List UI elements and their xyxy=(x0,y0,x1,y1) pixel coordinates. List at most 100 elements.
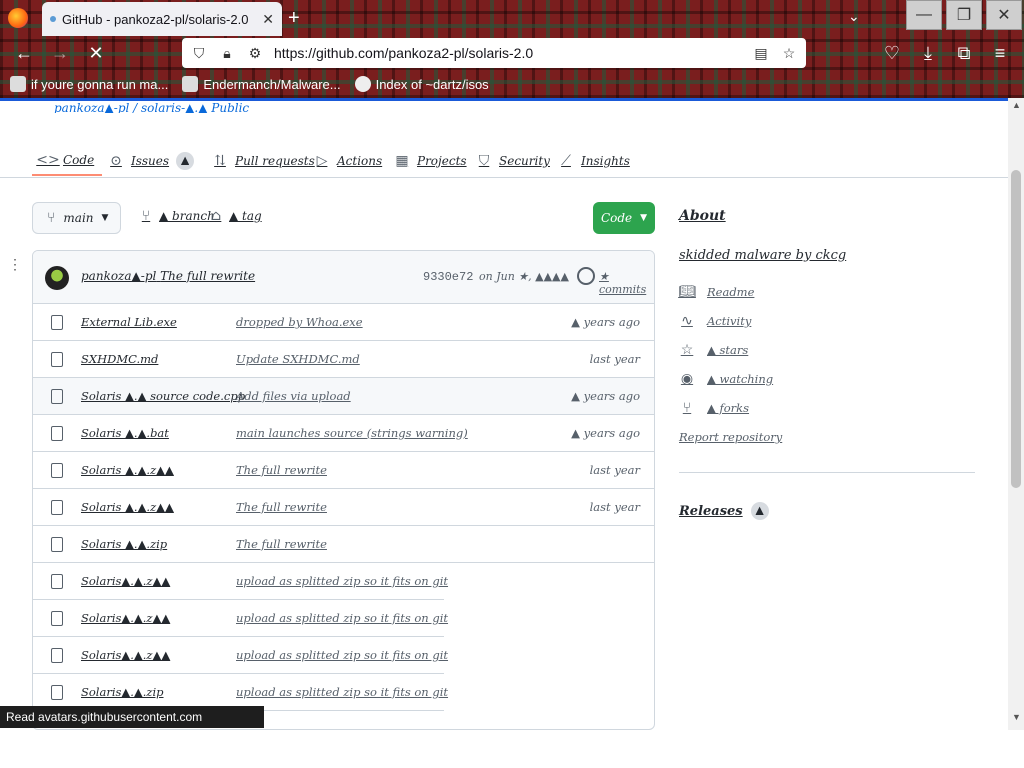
commit-author[interactable]: pankoza▲-pl xyxy=(81,269,156,283)
bookmark-star-icon[interactable]: ☆ xyxy=(780,44,798,62)
firefox-icon[interactable] xyxy=(8,8,28,28)
file-name[interactable]: Solaris ▲.▲.z▲▲ xyxy=(81,500,174,514)
readme-link[interactable]: 📖︎ Readme xyxy=(678,284,754,300)
tab-label: Insights xyxy=(581,154,630,168)
table-row[interactable]: Solaris ▲.▲.bat main launches source (str… xyxy=(33,415,654,452)
chevron-down-icon[interactable]: ⌄ xyxy=(848,8,860,25)
graph-icon: ⟋ xyxy=(561,153,571,169)
extensions-icon[interactable]: ⧉ xyxy=(952,42,976,64)
tab-pull-requests[interactable]: ⇅ Pull requests xyxy=(212,146,315,176)
branch-selector-button[interactable]: ⑂ main ▼ xyxy=(32,202,121,234)
tab-projects[interactable]: ▦ Projects xyxy=(394,146,466,176)
commit-author-message[interactable]: pankoza▲-pl The full rewrite xyxy=(81,269,255,283)
history-icon[interactable] xyxy=(577,267,595,285)
file-commit-message[interactable]: The full rewrite xyxy=(236,537,327,551)
menu-icon[interactable]: ≡ xyxy=(988,42,1012,64)
tab-insights[interactable]: ⟋ Insights xyxy=(558,146,630,176)
tags-link[interactable]: ⌂ ▲ tag xyxy=(208,208,262,224)
file-name[interactable]: External Lib.exe xyxy=(81,315,177,329)
table-row[interactable]: Solaris▲.▲.z▲▲ upload as splitted zip so … xyxy=(33,637,448,674)
file-commit-message[interactable]: upload as splitted zip so it fits on git xyxy=(236,648,448,662)
activity-link[interactable]: ∿ Activity xyxy=(679,313,751,329)
download-icon[interactable]: ⤓ xyxy=(916,42,940,64)
star-icon: ☆ xyxy=(680,342,694,358)
releases-heading[interactable]: Releases ▲ xyxy=(679,502,769,520)
bookmarks-bar: if youre gonna run ma... Endermanch/Malw… xyxy=(0,72,1024,96)
close-tab-icon[interactable]: ✕ xyxy=(262,11,274,28)
file-icon xyxy=(51,463,63,478)
table-row[interactable]: Solaris ▲.▲.z▲▲ The full rewrite last year xyxy=(33,489,654,526)
bookmark-item[interactable]: Index of ~dartz/isos xyxy=(354,76,489,92)
branches-link[interactable]: ⑂ ▲ branch xyxy=(138,208,215,224)
report-repository-link[interactable]: Report repository xyxy=(679,430,782,444)
releases-count-badge: ▲ xyxy=(750,502,769,520)
back-icon[interactable]: ← xyxy=(12,42,36,64)
commit-message[interactable]: The full rewrite xyxy=(160,269,255,283)
avatar[interactable] xyxy=(45,266,69,290)
bookmark-item[interactable]: Endermanch/Malware... xyxy=(182,76,341,92)
file-name[interactable]: Solaris ▲.▲.bat xyxy=(81,426,169,440)
table-row[interactable]: Solaris▲.▲.z▲▲ upload as splitted zip so … xyxy=(33,563,448,600)
commits-link[interactable]: ★ commits xyxy=(599,270,654,296)
table-row[interactable]: External Lib.exe dropped by Whoa.exe ▲ yea… xyxy=(33,304,654,341)
minimize-icon[interactable]: — xyxy=(906,0,942,30)
forks-link[interactable]: ⑂ ▲ forks xyxy=(679,400,749,416)
file-commit-message[interactable]: upload as splitted zip so it fits on git xyxy=(236,685,448,699)
tab-issues[interactable]: ⊙ Issues ▲ xyxy=(108,146,195,176)
stop-loading-icon[interactable]: ✕ xyxy=(84,42,108,64)
scroll-up-icon[interactable]: ▲ xyxy=(1012,100,1021,110)
branch-name: main xyxy=(63,211,94,225)
file-name[interactable]: Solaris▲.▲.zip xyxy=(81,685,164,699)
tab-code[interactable]: <> Code xyxy=(32,146,103,176)
drag-handle-icon[interactable]: ⋮ xyxy=(8,256,22,276)
file-name[interactable]: Solaris▲.▲.z▲▲ xyxy=(81,648,170,662)
file-age: ▲ years ago xyxy=(571,389,640,403)
shield-icon: ⛉ xyxy=(478,153,490,169)
code-button[interactable]: Code ▼ xyxy=(593,202,655,234)
url-bar[interactable]: ⛉ 🔒︎ ⚙ https://github.com/pankoza2-pl/so… xyxy=(182,38,806,68)
file-commit-message[interactable]: upload as splitted zip so it fits on git xyxy=(236,611,448,625)
table-row[interactable]: Solaris▲.▲.z▲▲ upload as splitted zip so … xyxy=(33,600,448,637)
tracking-shield-icon[interactable]: ⛉ xyxy=(190,44,208,62)
url-text[interactable]: https://github.com/pankoza2-pl/solaris-2… xyxy=(274,45,742,61)
sidebar-item-label: ▲ watching xyxy=(707,372,774,386)
file-name[interactable]: Solaris▲.▲.z▲▲ xyxy=(81,574,170,588)
browser-tab[interactable]: GitHub - pankoza2-pl/solaris-2.0 ✕ xyxy=(42,2,282,36)
pocket-icon[interactable]: ♡ xyxy=(880,42,904,64)
file-commit-message[interactable]: Update SXHDMC.md xyxy=(236,352,360,366)
scroll-down-icon[interactable]: ▼ xyxy=(1012,712,1021,722)
file-name[interactable]: Solaris ▲.▲.zip xyxy=(81,537,167,551)
scrollbar-thumb[interactable] xyxy=(1011,170,1021,488)
file-commit-message[interactable]: dropped by Whoa.exe xyxy=(236,315,363,329)
commit-hash[interactable]: 9330e72 xyxy=(423,270,473,284)
table-row[interactable]: Solaris ▲.▲.zip The full rewrite xyxy=(33,526,654,563)
file-commit-message[interactable]: main launches source (strings warning) xyxy=(236,426,468,440)
stars-link[interactable]: ☆ ▲ stars xyxy=(679,342,749,358)
tab-security[interactable]: ⛉ Security xyxy=(476,146,550,176)
about-heading: About xyxy=(679,208,726,224)
file-name[interactable]: Solaris ▲.▲ source code.cpp xyxy=(81,389,245,403)
file-name[interactable]: Solaris▲.▲.z▲▲ xyxy=(81,611,170,625)
file-name[interactable]: SXHDMC.md xyxy=(81,352,158,366)
close-window-icon[interactable]: ✕ xyxy=(986,0,1022,30)
new-tab-icon[interactable]: + xyxy=(288,6,300,30)
bookmark-item[interactable]: if youre gonna run ma... xyxy=(10,76,168,92)
tab-label: Actions xyxy=(337,154,383,168)
tab-actions[interactable]: ▷ Actions xyxy=(314,146,383,176)
file-commit-message[interactable]: The full rewrite xyxy=(236,463,327,477)
reader-view-icon[interactable]: ▤ xyxy=(752,44,770,62)
lock-icon[interactable]: 🔒︎ xyxy=(218,44,236,62)
file-icon xyxy=(51,500,63,515)
table-row[interactable]: Solaris ▲.▲ source code.cpp Add files via… xyxy=(33,378,654,415)
forward-icon[interactable]: → xyxy=(48,42,72,64)
table-row[interactable]: Solaris ▲.▲.z▲▲ The full rewrite last year xyxy=(33,452,654,489)
watching-link[interactable]: ◉ ▲ watching xyxy=(679,371,773,387)
file-name[interactable]: Solaris ▲.▲.z▲▲ xyxy=(81,463,174,477)
file-commit-message[interactable]: upload as splitted zip so it fits on git xyxy=(236,574,448,588)
file-commit-message[interactable]: The full rewrite xyxy=(236,500,327,514)
file-commit-message[interactable]: Add files via upload xyxy=(236,389,351,403)
restore-icon[interactable]: ❐ xyxy=(946,0,982,30)
table-row[interactable]: SXHDMC.md Update SXHDMC.md last year xyxy=(33,341,654,378)
page-scrollbar[interactable]: ▲ ▼ xyxy=(1008,98,1024,730)
permissions-icon[interactable]: ⚙ xyxy=(246,44,264,62)
